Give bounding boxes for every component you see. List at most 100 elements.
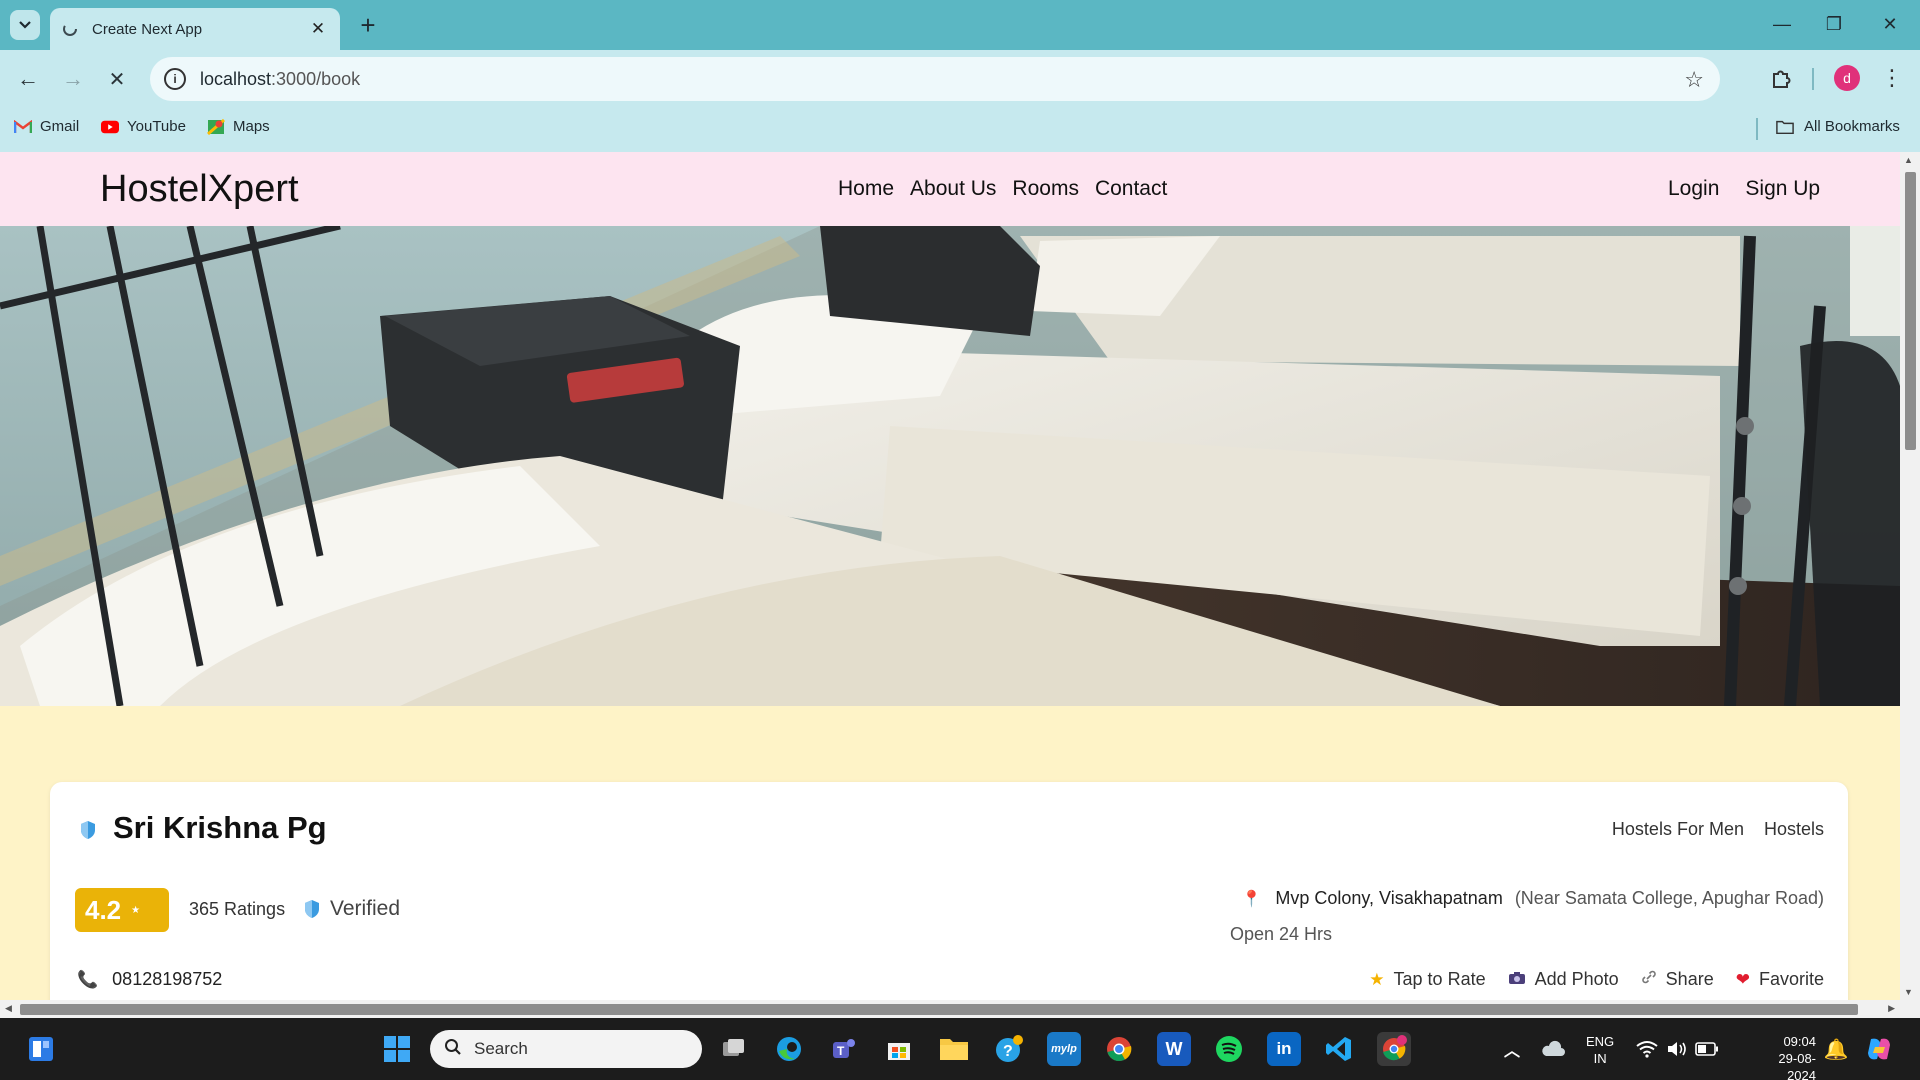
nav-home[interactable]: Home	[838, 177, 894, 201]
browser-tabstrip: Create Next App ✕ + — ❐ ✕	[0, 0, 1920, 50]
auth-nav: Login Sign Up	[1668, 177, 1900, 201]
tap-to-rate-button[interactable]: ★ Tap to Rate	[1369, 969, 1485, 990]
site-info-icon[interactable]: i	[164, 68, 186, 90]
task-view-icon[interactable]	[717, 1032, 751, 1066]
youtube-icon	[101, 119, 119, 135]
vertical-scrollbar[interactable]: ▲ ▼	[1900, 152, 1920, 1000]
main-nav: Home About Us Rooms Contact	[838, 177, 1167, 201]
word-icon[interactable]: W	[1157, 1032, 1191, 1066]
taskbar-search-box[interactable]: Search	[430, 1030, 702, 1068]
svg-text:?: ?	[1003, 1043, 1013, 1060]
widgets-icon[interactable]	[24, 1032, 58, 1066]
site-logo[interactable]: HostelXpert	[100, 168, 299, 211]
edge-browser-icon[interactable]	[772, 1032, 806, 1066]
search-icon	[444, 1038, 462, 1061]
bookmark-label: YouTube	[127, 118, 186, 135]
profile-avatar[interactable]: d	[1834, 65, 1860, 91]
microsoft-store-icon[interactable]	[882, 1032, 916, 1066]
star-icon: ★	[1369, 969, 1385, 989]
phone-icon: 📞	[77, 969, 99, 989]
bookmark-label: Maps	[233, 118, 270, 135]
toolbar-divider	[1812, 68, 1814, 90]
listing-title: Sri Krishna Pg	[113, 810, 327, 845]
scroll-left-arrow-icon[interactable]: ◀	[5, 1003, 12, 1014]
bookmark-star-icon[interactable]: ☆	[1684, 67, 1704, 93]
all-bookmarks-label: All Bookmarks	[1804, 118, 1900, 135]
horizontal-scrollbar[interactable]: ◀ ▶	[0, 1000, 1900, 1018]
site-navbar: HostelXpert Home About Us Rooms Contact …	[0, 152, 1900, 226]
action-label: Tap to Rate	[1393, 969, 1486, 989]
action-label: Favorite	[1758, 969, 1824, 989]
linkedin-icon[interactable]: in	[1267, 1032, 1301, 1066]
windows-taskbar: Search T ? mylp W in ︿ ENG IN 09:04 29-0…	[0, 1018, 1920, 1080]
verified-shield-icon	[80, 820, 96, 845]
windows-start-icon[interactable]	[380, 1032, 414, 1066]
nav-rooms[interactable]: Rooms	[1012, 177, 1079, 201]
lang-region: IN	[1593, 1051, 1607, 1066]
verified-shield-icon	[305, 900, 319, 918]
taskbar-clock[interactable]: 09:04 29-08-2024	[1760, 1033, 1816, 1080]
mylp-app-icon[interactable]: mylp	[1047, 1032, 1081, 1066]
rating-value: 4.2	[85, 894, 122, 925]
share-button[interactable]: Share	[1641, 969, 1714, 990]
file-explorer-icon[interactable]	[937, 1032, 971, 1066]
add-photo-button[interactable]: Add Photo	[1508, 969, 1619, 990]
opening-hours: Open 24 Hrs	[1230, 924, 1333, 944]
favorite-button[interactable]: ❤ Favorite	[1736, 969, 1824, 990]
nav-about-us[interactable]: About Us	[910, 177, 996, 201]
login-link[interactable]: Login	[1668, 177, 1719, 201]
onedrive-cloud-icon[interactable]	[1536, 1032, 1570, 1066]
tab-close-icon[interactable]: ✕	[308, 19, 328, 39]
get-help-icon[interactable]: ?	[992, 1032, 1026, 1066]
chrome-profile-icon[interactable]	[1377, 1032, 1411, 1066]
horizontal-scroll-thumb[interactable]	[20, 1004, 1858, 1015]
loading-favicon-icon	[62, 21, 78, 37]
scroll-right-arrow-icon[interactable]: ▶	[1888, 1003, 1895, 1014]
extensions-puzzle-icon[interactable]	[1767, 64, 1795, 92]
bookmark-maps[interactable]: Maps	[207, 118, 270, 135]
scroll-down-arrow-icon[interactable]: ▼	[1904, 987, 1913, 997]
battery-icon[interactable]	[1690, 1032, 1724, 1066]
gmail-icon	[14, 119, 32, 135]
scroll-up-arrow-icon[interactable]: ▲	[1904, 155, 1913, 165]
stop-loading-icon[interactable]: ✕	[102, 64, 132, 94]
teams-icon[interactable]: T	[827, 1032, 861, 1066]
restore-button[interactable]: ❐	[1812, 6, 1856, 42]
maps-icon	[207, 118, 225, 135]
spotify-icon[interactable]	[1212, 1032, 1246, 1066]
camera-icon	[1508, 970, 1526, 990]
chrome-icon[interactable]	[1102, 1032, 1136, 1066]
notification-bell-icon[interactable]: 🔔	[1819, 1032, 1853, 1066]
new-tab-button[interactable]: +	[353, 10, 383, 40]
minimize-button[interactable]: —	[1760, 6, 1804, 42]
category-link[interactable]: Hostels For Men	[1612, 819, 1744, 840]
back-arrow-icon[interactable]: ←	[13, 64, 43, 94]
verified-label: Verified	[330, 897, 401, 920]
ratings-count[interactable]: 365 Ratings	[189, 899, 285, 920]
vscode-icon[interactable]	[1322, 1032, 1356, 1066]
phone-link[interactable]: 📞 08128198752	[77, 969, 222, 990]
bookmark-label: Gmail	[40, 118, 80, 135]
nav-contact[interactable]: Contact	[1095, 177, 1167, 201]
signup-link[interactable]: Sign Up	[1745, 177, 1820, 201]
vertical-scroll-thumb[interactable]	[1905, 172, 1916, 450]
copilot-icon[interactable]	[1862, 1032, 1896, 1066]
phone-number: 08128198752	[112, 969, 223, 989]
browser-tab-active[interactable]: Create Next App ✕	[50, 8, 340, 50]
all-bookmarks-button[interactable]: All Bookmarks	[1776, 118, 1900, 135]
heart-icon: ❤	[1735, 969, 1750, 989]
forward-arrow-icon[interactable]: →	[58, 64, 88, 94]
page-viewport: HostelXpert Home About Us Rooms Contact …	[0, 152, 1900, 1000]
volume-icon[interactable]	[1660, 1032, 1694, 1066]
show-hidden-icons-chevron[interactable]: ︿	[1495, 1032, 1529, 1066]
language-indicator[interactable]: ENG IN	[1586, 1033, 1614, 1067]
share-icon	[1641, 969, 1657, 990]
category-link[interactable]: Hostels	[1764, 819, 1824, 840]
address-bar[interactable]: i localhost:3000/book ☆	[150, 57, 1720, 101]
bookmark-youtube[interactable]: YouTube	[101, 118, 186, 135]
tab-search-button[interactable]	[10, 10, 40, 40]
close-window-button[interactable]: ✕	[1868, 6, 1912, 42]
bookmark-gmail[interactable]: Gmail	[14, 118, 79, 135]
browser-menu-icon[interactable]: ⋮	[1881, 64, 1903, 92]
wifi-icon[interactable]	[1630, 1032, 1664, 1066]
